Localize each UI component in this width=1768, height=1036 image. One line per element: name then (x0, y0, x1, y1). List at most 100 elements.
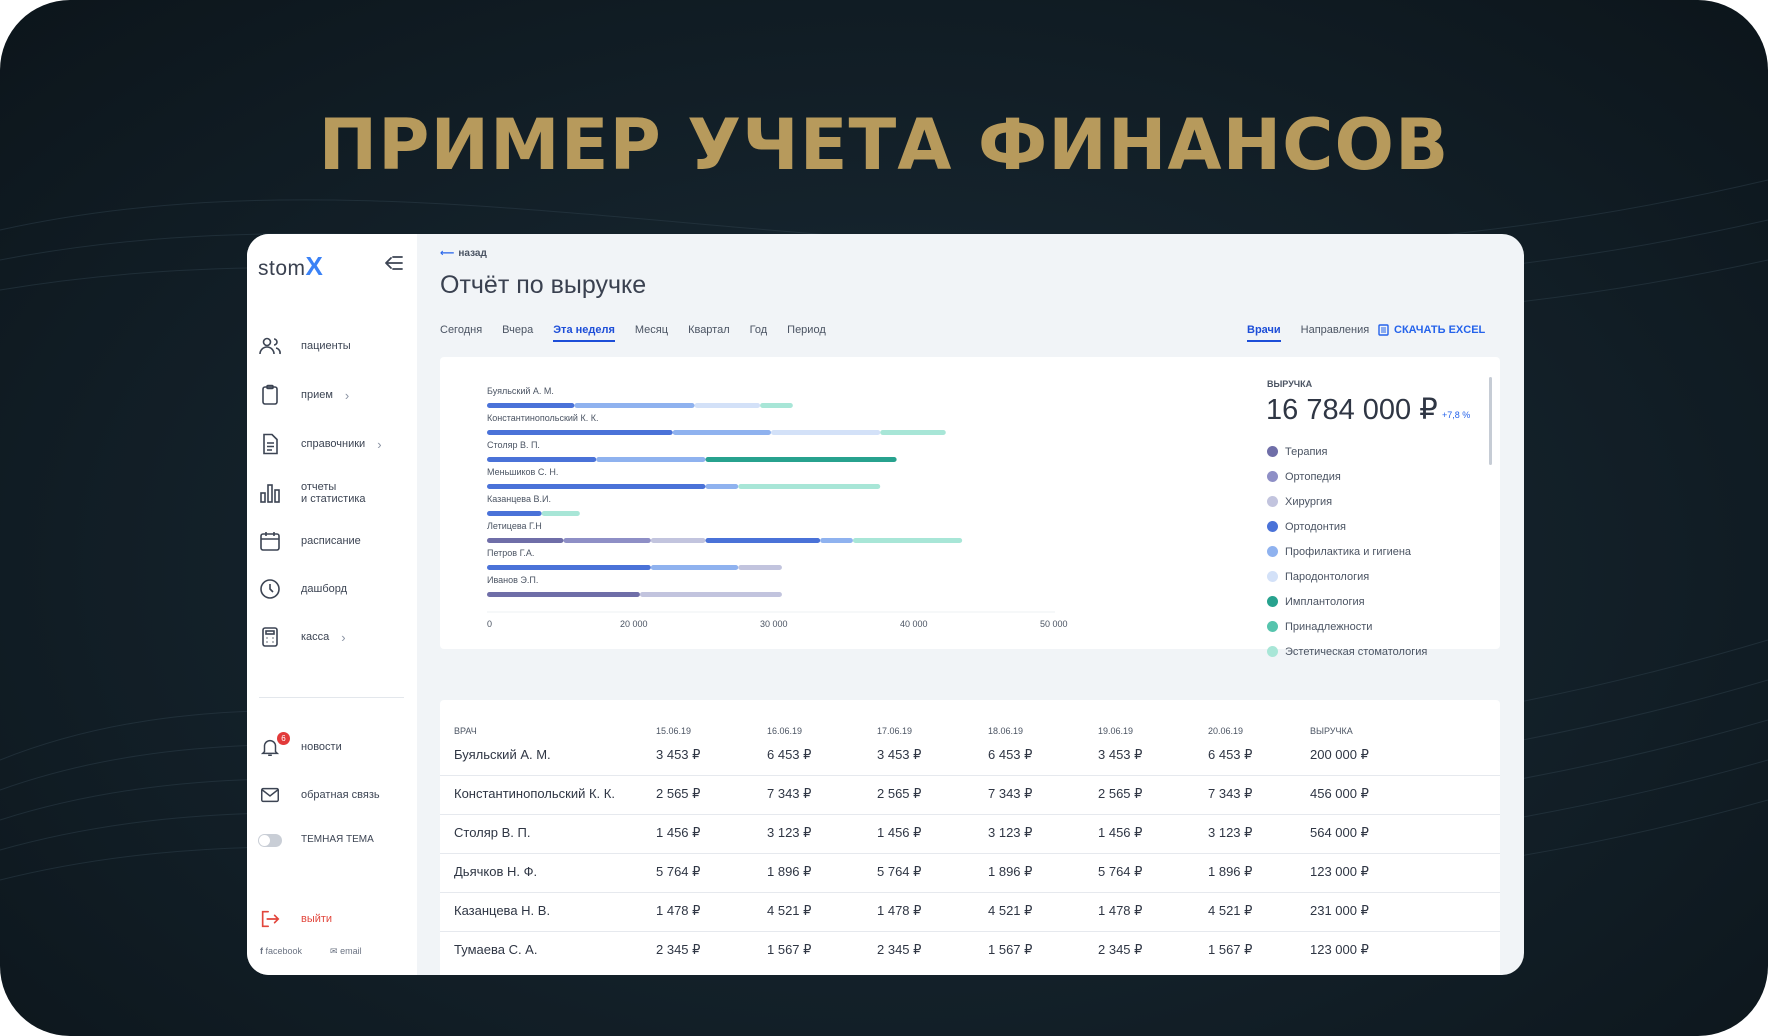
sidebar-item-label: касса (301, 631, 330, 643)
download-excel-button[interactable]: СКАЧАТЬ EXCEL (1378, 324, 1485, 336)
revenue-total-cell: 564 000 ₽ (1310, 825, 1369, 840)
daily-revenue-cell: 7 343 ₽ (767, 786, 812, 801)
legend-label: Хирургия (1285, 495, 1333, 508)
table-row[interactable]: Тумаева С. А. 2 345 ₽ 1 567 ₽ 2 345 ₽ 1 567 … (440, 932, 1500, 971)
x-tick-label: 0 (487, 619, 492, 629)
sidebar-item-news[interactable]: 6 новости (257, 732, 342, 762)
footer-links: f facebook ✉ email (260, 946, 362, 957)
legend-label: Пародонтология (1285, 570, 1370, 583)
sidebar-item-0[interactable]: пациенты (257, 331, 351, 361)
table-row[interactable]: Столяр В. П. 1 456 ₽ 3 123 ₽ 1 456 ₽ 3 123 ₽… (440, 815, 1500, 854)
chevron-right-icon: › (341, 629, 346, 645)
doctor-name: Дьячков Н. Ф. (454, 864, 538, 879)
table-row[interactable]: Константинопольский К. К. 2 565 ₽ 7 343 ₽ 2… (440, 776, 1500, 815)
back-link[interactable]: ⟵ назад (440, 248, 487, 259)
toggle-switch[interactable] (257, 827, 283, 853)
sidebar-item-label: расписание (301, 535, 361, 547)
sidebar-item-label: пациенты (301, 340, 351, 352)
legend-dot (1267, 546, 1278, 557)
daily-revenue-cell: 6 453 ₽ (1208, 747, 1253, 762)
clipboard-icon (257, 382, 283, 408)
excel-file-icon (1378, 324, 1389, 336)
legend-dot (1267, 596, 1278, 607)
logout-icon (257, 906, 283, 932)
legend-scrollbar[interactable] (1489, 377, 1492, 465)
email-link[interactable]: ✉ email (330, 946, 362, 957)
daily-revenue-cell: 1 567 ₽ (767, 942, 812, 957)
doctor-name: Казанцева Н. В. (454, 903, 551, 918)
tab-period[interactable]: Квартал (688, 324, 730, 342)
app-logo[interactable]: stomX (258, 251, 323, 282)
sidebar-item-feedback[interactable]: обратная связь (257, 780, 380, 810)
tab-period[interactable]: Год (750, 324, 768, 342)
revenue-total: 16 784 000 ₽ (1266, 394, 1438, 426)
bar-segment (563, 538, 651, 543)
arrow-left-icon: ⟵ (440, 248, 455, 259)
bar-segment (880, 430, 946, 435)
group-tabs: Врачи Направления (1247, 324, 1369, 342)
daily-revenue-cell: 1 456 ₽ (1098, 825, 1143, 840)
doctor-name: Тумаева С. А. (454, 942, 538, 957)
tab-group[interactable]: Направления (1301, 324, 1370, 342)
daily-revenue-cell: 1 896 ₽ (1208, 864, 1253, 879)
table-row[interactable]: Буяльский А. М. 3 453 ₽ 6 453 ₽ 3 453 ₽ 6 45… (440, 737, 1500, 776)
bar-label: Казанцева В.И. (487, 494, 551, 504)
sidebar-item-5[interactable]: дашборд (257, 574, 347, 604)
daily-revenue-cell: 2 565 ₽ (1098, 786, 1143, 801)
logout-button[interactable]: выйти (257, 904, 332, 934)
bar-segment (820, 538, 853, 543)
tab-period[interactable]: Эта неделя (553, 324, 615, 342)
table-row[interactable]: Казанцева Н. В. 1 478 ₽ 4 521 ₽ 1 478 ₽ 4 52… (440, 893, 1500, 932)
tab-period[interactable]: Сегодня (440, 324, 482, 342)
daily-revenue-cell: 3 453 ₽ (1098, 747, 1143, 762)
bar-segment (771, 430, 881, 435)
sidebar-item-6[interactable]: касса › (257, 622, 346, 652)
bar-segment (650, 565, 739, 570)
table-header-cell: ВРАЧ (454, 726, 477, 736)
daily-revenue-cell: 5 764 ₽ (656, 864, 701, 879)
bar-segment (639, 592, 782, 597)
background-frame: ПРИМЕР УЧЕТА ФИНАНСОВ stomX пациенты прие… (0, 0, 1768, 1036)
news-badge: 6 (277, 732, 290, 745)
legend-dot (1267, 446, 1278, 457)
revenue-delta: +7,8 % (1442, 410, 1471, 420)
sidebar-item-3[interactable]: отчеты и статистика (257, 478, 366, 508)
tab-period[interactable]: Вчера (502, 324, 533, 342)
daily-revenue-cell: 4 521 ₽ (1208, 903, 1253, 918)
bar-label: Летицева Г.Н (487, 521, 542, 531)
sidebar-item-4[interactable]: расписание (257, 526, 361, 556)
facebook-label: facebook (265, 946, 303, 956)
bar-segment (705, 484, 739, 489)
logo-text: stom (258, 257, 306, 280)
app-window: stomX пациенты прием › справочники › отчеты и… (247, 234, 1524, 975)
bar-label: Петров Г.А. (487, 548, 534, 558)
daily-revenue-cell: 1 478 ₽ (877, 903, 922, 918)
legend-label: Ортопедия (1285, 470, 1341, 483)
legend-item: Терапия (1267, 439, 1427, 464)
revenue-label: ВЫРУЧКА (1267, 379, 1313, 389)
daily-revenue-cell: 1 456 ₽ (656, 825, 701, 840)
tab-period[interactable]: Месяц (635, 324, 668, 342)
collapse-sidebar-icon[interactable] (382, 251, 406, 275)
facebook-link[interactable]: f facebook (260, 946, 302, 957)
tab-group[interactable]: Врачи (1247, 324, 1281, 342)
headline: ПРИМЕР УЧЕТА ФИНАНСОВ (318, 104, 1450, 186)
sidebar-item-1[interactable]: прием › (257, 380, 349, 410)
daily-revenue-cell: 7 343 ₽ (988, 786, 1033, 801)
table-row[interactable]: Дьячков Н. Ф. 5 764 ₽ 1 896 ₽ 5 764 ₽ 1 896 … (440, 854, 1500, 893)
mail-icon (257, 782, 283, 808)
daily-revenue-cell: 2 565 ₽ (877, 786, 922, 801)
users-icon (257, 333, 283, 359)
bar-segment (738, 565, 782, 570)
legend-item: Принадлежности (1267, 614, 1427, 639)
tab-period[interactable]: Период (787, 324, 826, 342)
table-header-cell: 15.06.19 (656, 726, 692, 736)
clock-icon (257, 576, 283, 602)
sidebar: stomX пациенты прием › справочники › отчеты и… (247, 234, 417, 975)
chart-legend: Терапия Ортопедия Хирургия Ортодонтия Профил… (1267, 439, 1427, 664)
calculator-icon (257, 624, 283, 650)
sidebar-item-2[interactable]: справочники › (257, 429, 382, 459)
dark-theme-toggle[interactable]: ТЕМНАЯ ТЕМА (257, 825, 374, 855)
x-tick-label: 40 000 (900, 619, 928, 629)
legend-label: Имплантология (1285, 595, 1365, 608)
